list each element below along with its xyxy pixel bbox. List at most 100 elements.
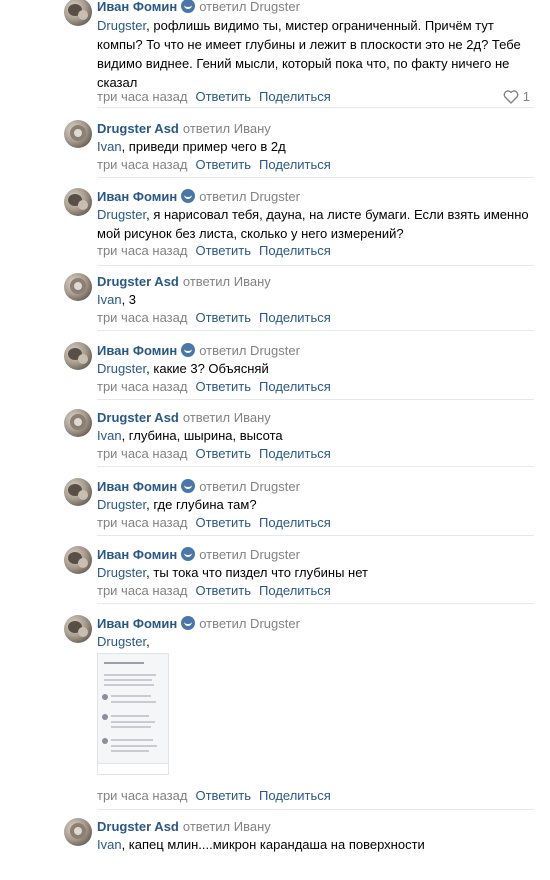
comment-body: , капец млин....микрон карандаша на пове…: [121, 837, 425, 852]
comment-text: Drugster,: [97, 632, 537, 651]
verified-icon: [181, 343, 196, 357]
reply-button[interactable]: Ответить: [195, 243, 251, 258]
timestamp[interactable]: три часа назад: [97, 515, 187, 530]
timestamp[interactable]: три часа назад: [97, 446, 187, 461]
share-button[interactable]: Поделиться: [259, 446, 331, 461]
replied-to[interactable]: ответил Drugster: [199, 343, 300, 358]
reply-button[interactable]: Ответить: [195, 583, 251, 598]
comment-text: Ivan, 3: [97, 290, 537, 309]
comment-text: Drugster, я нарисовал тебя, дауна, на ли…: [97, 205, 537, 243]
divider: [97, 809, 534, 810]
mention-link[interactable]: Drugster: [97, 207, 146, 222]
avatar[interactable]: [64, 342, 92, 370]
comment-header: Иван Фомин ответил Drugster: [97, 342, 300, 360]
author-name[interactable]: Drugster Asd: [97, 121, 179, 136]
mention-link[interactable]: Drugster: [97, 497, 146, 512]
comment-header: Иван Фомин ответил Drugster: [97, 188, 300, 206]
avatar[interactable]: [64, 615, 92, 643]
comment-actions: три часа назад Ответить Поделиться: [97, 310, 331, 326]
reply-button[interactable]: Ответить: [195, 379, 251, 394]
comment: Иван Фомин ответил Drugster Drugster, где…: [0, 478, 550, 536]
reply-button[interactable]: Ответить: [195, 157, 251, 172]
author-name[interactable]: Иван Фомин: [97, 189, 177, 204]
comment-body: , глубина, шырина, высота: [121, 428, 283, 443]
heart-icon: [503, 89, 519, 104]
timestamp[interactable]: три часа назад: [97, 89, 187, 104]
comment: Drugster Asd ответил Ивану Ivan, приведи …: [0, 120, 550, 178]
mention-link[interactable]: Drugster: [97, 565, 146, 580]
avatar[interactable]: [64, 478, 92, 506]
comment-text: Ivan, приведи пример чего в 2д: [97, 137, 537, 156]
share-button[interactable]: Поделиться: [259, 788, 331, 803]
divider: [97, 330, 534, 331]
replied-to[interactable]: ответил Ивану: [183, 819, 271, 834]
author-name[interactable]: Иван Фомин: [97, 479, 177, 494]
replied-to[interactable]: ответил Ивану: [183, 410, 271, 425]
author-name[interactable]: Иван Фомин: [97, 0, 177, 14]
verified-icon: [181, 547, 196, 561]
comment-actions: три часа назад Ответить Поделиться: [97, 583, 331, 599]
comment-header: Иван Фомин ответил Drugster: [97, 0, 300, 16]
comment-text: Ivan, капец млин....микрон карандаша на …: [97, 835, 537, 854]
timestamp[interactable]: три часа назад: [97, 157, 187, 172]
comment-thread: Иван Фомин ответил Drugster Drugster, роф…: [0, 0, 550, 880]
reply-button[interactable]: Ответить: [195, 89, 251, 104]
attached-screenshot[interactable]: [97, 653, 169, 775]
author-name[interactable]: Drugster Asd: [97, 819, 179, 834]
reply-button[interactable]: Ответить: [195, 788, 251, 803]
replied-to[interactable]: ответил Ивану: [183, 121, 271, 136]
share-button[interactable]: Поделиться: [259, 157, 331, 172]
timestamp[interactable]: три часа назад: [97, 379, 187, 394]
mention-link[interactable]: Drugster: [97, 634, 146, 649]
replied-to[interactable]: ответил Drugster: [199, 0, 300, 14]
avatar[interactable]: [64, 120, 92, 148]
share-button[interactable]: Поделиться: [259, 515, 331, 530]
comment-body: , 3: [121, 292, 137, 307]
mention-link[interactable]: Ivan: [97, 428, 122, 443]
avatar[interactable]: [64, 409, 92, 437]
verified-icon: [181, 479, 196, 493]
replied-to[interactable]: ответил Drugster: [199, 616, 300, 631]
comment-header: Drugster Asd ответил Ивану: [97, 120, 271, 138]
replied-to[interactable]: ответил Ивану: [183, 274, 271, 289]
timestamp[interactable]: три часа назад: [97, 310, 187, 325]
reply-button[interactable]: Ответить: [195, 446, 251, 461]
author-name[interactable]: Drugster Asd: [97, 410, 179, 425]
author-name[interactable]: Иван Фомин: [97, 343, 177, 358]
avatar[interactable]: [64, 818, 92, 846]
reply-button[interactable]: Ответить: [195, 515, 251, 530]
share-button[interactable]: Поделиться: [259, 243, 331, 258]
comment-header: Drugster Asd ответил Ивану: [97, 273, 271, 291]
timestamp[interactable]: три часа назад: [97, 243, 187, 258]
timestamp[interactable]: три часа назад: [97, 583, 187, 598]
mention-link[interactable]: Drugster: [97, 18, 146, 33]
mention-link[interactable]: Drugster: [97, 361, 146, 376]
verified-icon: [181, 616, 196, 630]
like-button[interactable]: 1: [503, 89, 530, 104]
timestamp[interactable]: три часа назад: [97, 788, 187, 803]
share-button[interactable]: Поделиться: [259, 89, 331, 104]
author-name[interactable]: Drugster Asd: [97, 274, 179, 289]
avatar[interactable]: [64, 546, 92, 574]
reply-button[interactable]: Ответить: [195, 310, 251, 325]
avatar[interactable]: [64, 273, 92, 301]
divider: [97, 466, 534, 467]
comment: Иван Фомин ответил Drugster Drugster, я н…: [0, 188, 550, 266]
replied-to[interactable]: ответил Drugster: [199, 479, 300, 494]
mention-link[interactable]: Ivan: [97, 139, 122, 154]
mention-link[interactable]: Ivan: [97, 837, 122, 852]
avatar[interactable]: [64, 0, 92, 26]
comment-header: Иван Фомин ответил Drugster: [97, 478, 300, 496]
author-name[interactable]: Иван Фомин: [97, 616, 177, 631]
mention-link[interactable]: Ivan: [97, 292, 122, 307]
share-button[interactable]: Поделиться: [259, 379, 331, 394]
replied-to[interactable]: ответил Drugster: [199, 189, 300, 204]
comment: Drugster Asd ответил Ивану Ivan, глубина,…: [0, 409, 550, 467]
avatar[interactable]: [64, 188, 92, 216]
replied-to[interactable]: ответил Drugster: [199, 547, 300, 562]
comment-actions: три часа назад Ответить Поделиться: [97, 89, 331, 105]
share-button[interactable]: Поделиться: [259, 310, 331, 325]
author-name[interactable]: Иван Фомин: [97, 547, 177, 562]
comment: Drugster Asd ответил Ивану Ivan, капец мл…: [0, 818, 550, 880]
share-button[interactable]: Поделиться: [259, 583, 331, 598]
